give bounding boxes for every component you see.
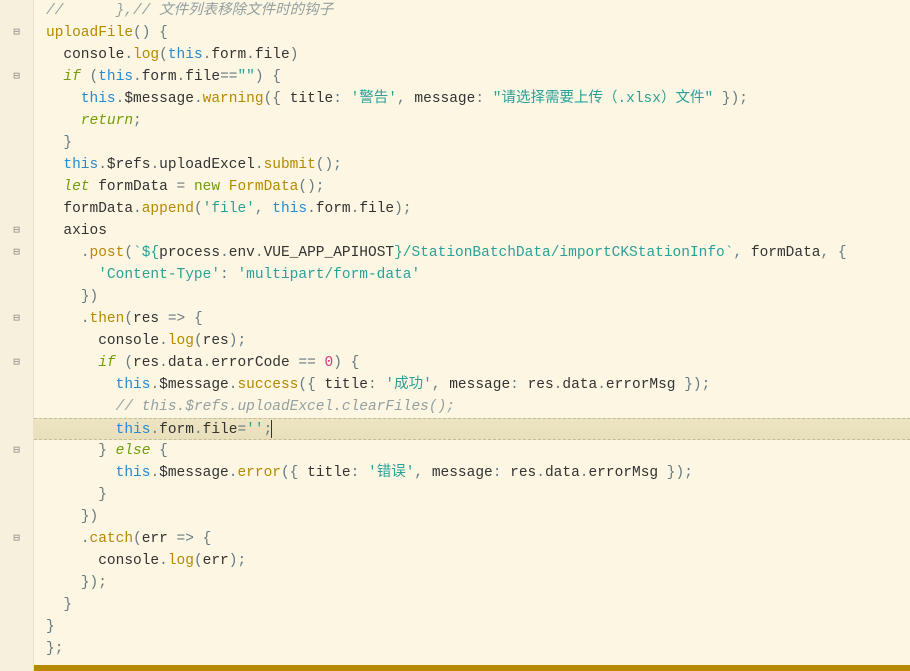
fold-marker xyxy=(0,198,33,220)
code-line[interactable]: uploadFile() { xyxy=(46,22,910,44)
code-line[interactable]: formData.append('file', this.form.file); xyxy=(46,198,910,220)
fold-marker xyxy=(0,550,33,572)
code-line[interactable]: } xyxy=(46,594,910,616)
code-line[interactable]: this.form.file=''; xyxy=(34,418,910,440)
fold-collapse-icon[interactable]: ⊟ xyxy=(13,440,20,462)
fold-marker xyxy=(0,154,33,176)
code-line[interactable]: axios xyxy=(46,220,910,242)
fold-collapse-icon[interactable]: ⊟ xyxy=(13,220,20,242)
code-line[interactable]: console.log(res); xyxy=(46,330,910,352)
code-line[interactable]: // this.$refs.uploadExcel.clearFiles(); xyxy=(46,396,910,418)
code-line[interactable]: // },// 文件列表移除文件时的钩子 xyxy=(46,0,910,22)
bottom-accent-bar xyxy=(34,665,910,671)
fold-marker xyxy=(0,506,33,528)
code-line[interactable]: console.log(err); xyxy=(46,550,910,572)
fold-marker[interactable]: ⊟ xyxy=(0,220,33,242)
fold-collapse-icon[interactable]: ⊟ xyxy=(13,352,20,374)
fold-marker[interactable]: ⊟ xyxy=(0,352,33,374)
code-area[interactable]: // },// 文件列表移除文件时的钩子uploadFile() { conso… xyxy=(34,0,910,671)
fold-marker[interactable]: ⊟ xyxy=(0,308,33,330)
fold-marker xyxy=(0,44,33,66)
code-line[interactable]: this.$refs.uploadExcel.submit(); xyxy=(46,154,910,176)
fold-marker xyxy=(0,374,33,396)
code-line[interactable]: }); xyxy=(46,572,910,594)
fold-gutter[interactable]: ⊟⊟⊟⊟⊟⊟⊟⊟ xyxy=(0,0,34,671)
code-line[interactable]: let formData = new FormData(); xyxy=(46,176,910,198)
code-line[interactable]: if (res.data.errorCode == 0) { xyxy=(46,352,910,374)
code-line[interactable]: } else { xyxy=(46,440,910,462)
fold-collapse-icon[interactable]: ⊟ xyxy=(13,308,20,330)
fold-marker xyxy=(0,110,33,132)
fold-marker xyxy=(0,484,33,506)
code-line[interactable]: return; xyxy=(46,110,910,132)
fold-marker xyxy=(0,286,33,308)
code-line[interactable]: }; xyxy=(46,638,910,660)
fold-marker xyxy=(0,594,33,616)
code-line[interactable]: }) xyxy=(46,286,910,308)
fold-marker xyxy=(0,616,33,638)
code-line[interactable]: }) xyxy=(46,506,910,528)
fold-marker xyxy=(0,176,33,198)
fold-marker xyxy=(0,88,33,110)
code-line[interactable]: .then(res => { xyxy=(46,308,910,330)
fold-marker xyxy=(0,418,33,440)
fold-marker[interactable]: ⊟ xyxy=(0,66,33,88)
fold-marker xyxy=(0,0,33,22)
fold-marker[interactable]: ⊟ xyxy=(0,242,33,264)
code-line[interactable]: console.log(this.form.file) xyxy=(46,44,910,66)
code-editor[interactable]: ⊟⊟⊟⊟⊟⊟⊟⊟ // },// 文件列表移除文件时的钩子uploadFile(… xyxy=(0,0,910,671)
code-line[interactable]: } xyxy=(46,616,910,638)
fold-marker[interactable]: ⊟ xyxy=(0,440,33,462)
code-line[interactable]: if (this.form.file=="") { xyxy=(46,66,910,88)
fold-marker xyxy=(0,330,33,352)
fold-collapse-icon[interactable]: ⊟ xyxy=(13,22,20,44)
fold-marker xyxy=(0,264,33,286)
fold-marker xyxy=(0,638,33,660)
code-line[interactable]: 'Content-Type': 'multipart/form-data' xyxy=(46,264,910,286)
code-line[interactable]: this.$message.error({ title: '错误', messa… xyxy=(46,462,910,484)
code-line[interactable]: this.$message.warning({ title: '警告', mes… xyxy=(46,88,910,110)
fold-collapse-icon[interactable]: ⊟ xyxy=(13,528,20,550)
code-line[interactable]: this.$message.success({ title: '成功', mes… xyxy=(46,374,910,396)
fold-marker xyxy=(0,462,33,484)
code-line[interactable]: .catch(err => { xyxy=(46,528,910,550)
fold-marker xyxy=(0,572,33,594)
fold-marker[interactable]: ⊟ xyxy=(0,22,33,44)
fold-collapse-icon[interactable]: ⊟ xyxy=(13,242,20,264)
fold-marker[interactable]: ⊟ xyxy=(0,528,33,550)
code-line[interactable]: } xyxy=(46,484,910,506)
fold-marker xyxy=(0,396,33,418)
code-line[interactable]: .post(`${process.env.VUE_APP_APIHOST}/St… xyxy=(46,242,910,264)
fold-marker xyxy=(0,132,33,154)
code-line[interactable]: } xyxy=(46,132,910,154)
fold-collapse-icon[interactable]: ⊟ xyxy=(13,66,20,88)
